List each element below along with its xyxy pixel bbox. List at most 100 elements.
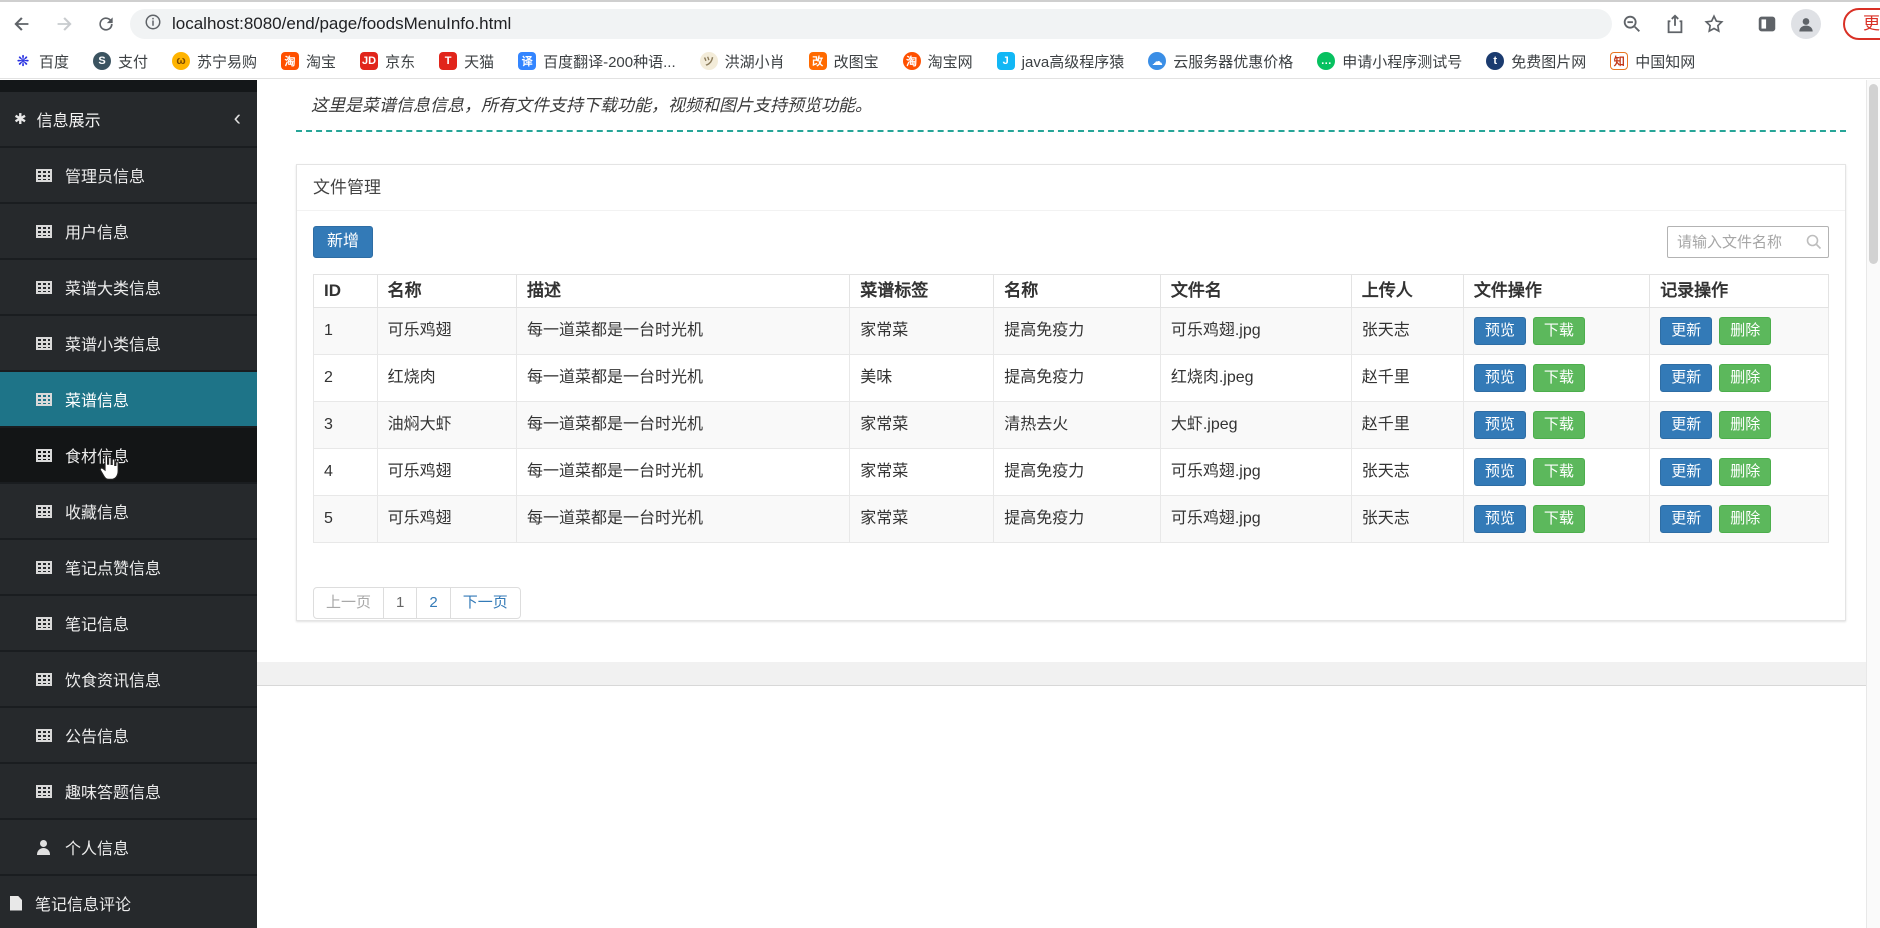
bookmark-京东[interactable]: JD 京东 [360, 51, 415, 72]
sidebar-item-label: 菜谱大类信息 [65, 281, 162, 298]
next-page-button[interactable]: 下一页 [449, 587, 521, 619]
bookmark-favicon: T [439, 52, 458, 70]
update-row-button[interactable]: 更新 [1660, 458, 1713, 486]
site-info-icon[interactable] [144, 13, 162, 36]
sidebar-item-公告信息[interactable]: 公告信息 [0, 706, 257, 762]
cell-tag: 美味 [849, 354, 995, 402]
delete-row-button[interactable]: 删除 [1719, 505, 1772, 533]
bookmark-改图宝[interactable]: 改 改图宝 [808, 51, 879, 72]
sidebar-item-菜谱小类信息[interactable]: 菜谱小类信息 [0, 314, 257, 370]
search-input[interactable] [1667, 226, 1829, 258]
file-ops-cell: 预览 下载 [1462, 448, 1651, 496]
preview-button[interactable]: 预览 [1473, 505, 1526, 533]
cell-name: 红烧肉 [376, 354, 518, 402]
bookmark-favicon: JD [360, 52, 379, 70]
bookmark-淘宝[interactable]: 淘 淘宝 [281, 51, 336, 72]
preview-button[interactable]: 预览 [1473, 364, 1526, 392]
update-row-button[interactable]: 更新 [1660, 411, 1713, 439]
sidebar-item-菜谱信息[interactable]: 菜谱信息 [0, 370, 257, 426]
search-icon[interactable] [1806, 234, 1822, 250]
sidebar-item-用户信息[interactable]: 用户信息 [0, 202, 257, 258]
preview-button[interactable]: 预览 [1473, 411, 1526, 439]
cell-name2: 提高免疫力 [993, 448, 1161, 496]
zoom-out-icon[interactable] [1621, 13, 1643, 35]
bookmark-百度翻译-200种语...[interactable]: 译 百度翻译-200种语... [518, 51, 676, 72]
refresh-icon[interactable] [95, 13, 117, 35]
prev-page-button[interactable]: 上一页 [313, 587, 385, 619]
sidebar-item-饮食资讯信息[interactable]: 饮食资讯信息 [0, 650, 257, 706]
bookmark-favicon: ❋ [16, 53, 30, 70]
sidebar-item-笔记信息[interactable]: 笔记信息 [0, 594, 257, 650]
sidebar-header[interactable]: ✱ 信息展示 ‹ [0, 92, 257, 146]
page-2-button[interactable]: 2 [416, 587, 451, 619]
preview-button[interactable]: 预览 [1473, 458, 1526, 486]
download-button[interactable]: 下载 [1532, 458, 1585, 486]
record-ops-cell: 更新 删除 [1649, 495, 1829, 543]
download-button[interactable]: 下载 [1532, 505, 1585, 533]
sidebar-item-label: 笔记信息 [65, 617, 130, 634]
bookmark-favicon: 译 [518, 52, 537, 70]
add-button[interactable]: 新增 [313, 226, 374, 258]
update-row-button[interactable]: 更新 [1660, 364, 1713, 392]
sidebar-item-笔记点赞信息[interactable]: 笔记点赞信息 [0, 538, 257, 594]
table-row: 3 油焖大虾 每一道菜都是一台时光机 家常菜 清热去火 大虾.jpeg 赵千里 预览 下载 更新删… [313, 401, 1829, 449]
table-icon [36, 448, 52, 462]
sidebar-item-趣味答题信息[interactable]: 趣味答题信息 [0, 762, 257, 818]
sidebar-item-个人信息[interactable]: 个人信息 [0, 818, 257, 874]
share-icon[interactable] [1664, 13, 1686, 35]
sidebar-item-收藏信息[interactable]: 收藏信息 [0, 482, 257, 538]
column-header: 描述 [515, 274, 851, 308]
bookmark-天猫[interactable]: T 天猫 [439, 51, 494, 72]
update-row-button[interactable]: 更新 [1660, 317, 1713, 345]
bookmark-云服务器优惠价格[interactable]: ☁ 云服务器优惠价格 [1148, 51, 1293, 72]
sidebar-item-笔记信息评论[interactable]: 笔记信息评论 [0, 874, 257, 928]
bookmark-label: 苏宁易购 [197, 53, 258, 71]
preview-button[interactable]: 预览 [1473, 317, 1526, 345]
bookmark-favicon: 改 [808, 52, 827, 70]
profile-avatar[interactable] [1791, 9, 1821, 39]
address-bar[interactable]: localhost:8080/end/page/foodsMenuInfo.ht… [130, 9, 1612, 39]
collapse-chevron-icon[interactable]: ‹ [234, 107, 241, 129]
cell-tag: 家常菜 [849, 448, 995, 496]
scrollbar-thumb[interactable] [1869, 84, 1878, 264]
bookmark-申请小程序测试号[interactable]: … 申请小程序测试号 [1317, 51, 1462, 72]
download-button[interactable]: 下载 [1532, 411, 1585, 439]
page-1-button[interactable]: 1 [383, 587, 418, 619]
page-scrollbar[interactable] [1866, 80, 1880, 928]
delete-row-button[interactable]: 删除 [1719, 364, 1772, 392]
bookmark-百度[interactable]: ❋ 百度 [14, 51, 69, 72]
table-icon [36, 168, 52, 182]
bookmark-star-icon[interactable] [1703, 13, 1725, 35]
bookmark-中国知网[interactable]: 知 中国知网 [1610, 51, 1695, 72]
column-header: 文件名 [1159, 274, 1352, 308]
sidebar-item-菜谱大类信息[interactable]: 菜谱大类信息 [0, 258, 257, 314]
forward-icon[interactable] [53, 13, 75, 35]
bookmark-favicon: … [1317, 52, 1336, 70]
browser-toolbar: localhost:8080/end/page/foodsMenuInfo.ht… [0, 0, 1880, 44]
bookmark-洪湖小肖[interactable]: ツ 洪湖小肖 [699, 51, 785, 72]
bookmark-label: 淘宝 [306, 53, 337, 71]
bookmark-favicon: ω [172, 52, 191, 70]
download-button[interactable]: 下载 [1532, 364, 1585, 392]
sidebar-item-食材信息[interactable]: 食材信息 [0, 426, 257, 482]
delete-row-button[interactable]: 删除 [1719, 458, 1772, 486]
delete-row-button[interactable]: 删除 [1719, 317, 1772, 345]
content-footer-band [257, 662, 1866, 686]
back-icon[interactable] [11, 13, 33, 35]
bookmark-java高级程序猿[interactable]: J java高级程序猿 [996, 51, 1124, 72]
bookmark-苏宁易购[interactable]: ω 苏宁易购 [172, 51, 257, 72]
bookmark-淘宝网[interactable]: 淘 淘宝网 [902, 51, 973, 72]
bookmark-免费图片网[interactable]: t 免费图片网 [1486, 51, 1586, 72]
sidebar-item-管理员信息[interactable]: 管理员信息 [0, 146, 257, 202]
side-panel-icon[interactable] [1756, 13, 1778, 35]
browser-update-button[interactable]: 更新 [1843, 8, 1880, 40]
sidebar-item-label: 菜谱信息 [65, 393, 130, 410]
bookmark-支付[interactable]: S 支付 [93, 51, 148, 72]
card-body: 新增 ID名 [297, 211, 1845, 634]
column-header: 名称 [993, 274, 1161, 308]
delete-row-button[interactable]: 删除 [1719, 411, 1772, 439]
cell-uploader: 张天志 [1350, 448, 1464, 496]
bookmark-label: 改图宝 [833, 53, 879, 71]
update-row-button[interactable]: 更新 [1660, 505, 1713, 533]
download-button[interactable]: 下载 [1532, 317, 1585, 345]
